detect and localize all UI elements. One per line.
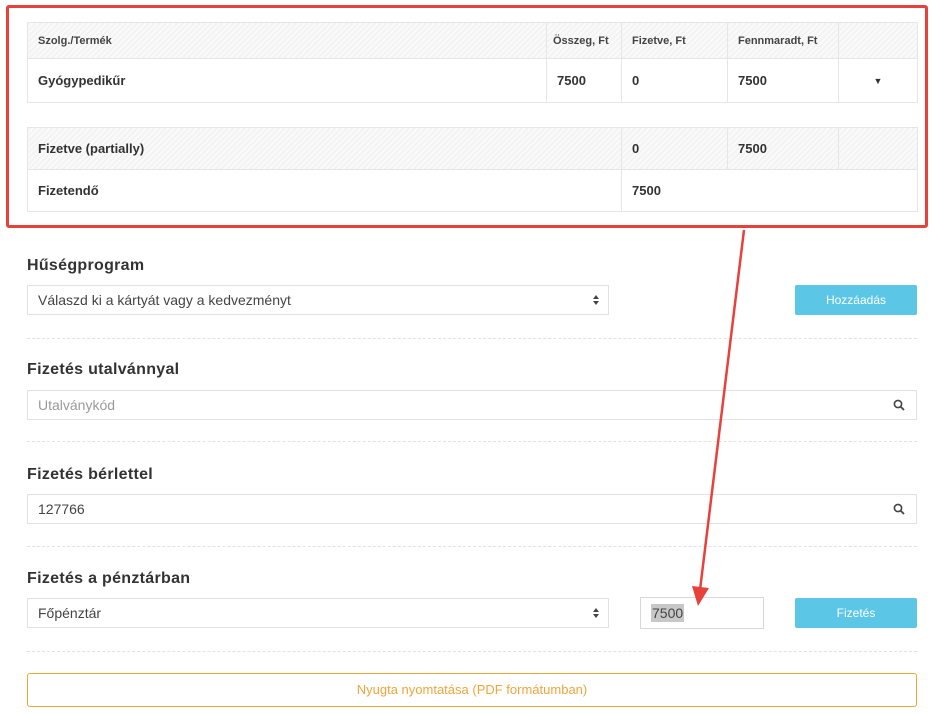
- col-header-actions: [838, 22, 918, 59]
- payment-amount-value: 7500: [651, 604, 685, 622]
- item-amount: 7500: [546, 58, 622, 103]
- cashier-title: Fizetés a pénztárban: [27, 570, 191, 587]
- section-divider: [27, 441, 917, 442]
- voucher-code-input[interactable]: Utalványkód: [27, 390, 882, 420]
- table-header-row: Szolg./Termék Összeg, Ft Fizetve, Ft Fen…: [27, 22, 918, 59]
- summary-paid-label: Fizetve (partially): [27, 127, 622, 170]
- select-updown-icon: [593, 295, 599, 305]
- caret-down-icon: ▼: [873, 75, 883, 86]
- summary-paid-remaining: 7500: [727, 127, 839, 170]
- col-header-amount: Összeg, Ft: [546, 22, 622, 59]
- summary-table: Fizetve (partially) 0 7500 Fizetendő 750…: [27, 127, 918, 212]
- item-paid: 0: [621, 58, 728, 103]
- section-divider: [27, 546, 917, 547]
- table-row: Gyógypedikűr 7500 0 7500 ▼: [27, 58, 918, 103]
- summary-paid-row: Fizetve (partially) 0 7500: [27, 127, 918, 170]
- print-receipt-button[interactable]: Nyugta nyomtatása (PDF formátumban): [27, 673, 917, 707]
- cashier-select-value: Főpénztár: [38, 605, 102, 621]
- search-icon: [893, 399, 905, 411]
- pass-code-input[interactable]: 127766: [27, 494, 882, 524]
- loyalty-title: Hűségprogram: [27, 257, 145, 274]
- items-table: Szolg./Termék Összeg, Ft Fizetve, Ft Fen…: [27, 22, 918, 103]
- loyalty-select[interactable]: Válaszd ki a kártyát vagy a kedvezményt: [27, 285, 609, 315]
- select-updown-icon: [593, 608, 599, 618]
- voucher-search-button[interactable]: [881, 390, 917, 420]
- summary-due-label: Fizetendő: [27, 169, 622, 212]
- summary-due-value: 7500: [621, 169, 918, 212]
- loyalty-select-value: Válaszd ki a kártyát vagy a kedvezményt: [38, 292, 291, 308]
- pass-title: Fizetés bérlettel: [27, 466, 154, 483]
- section-divider: [27, 651, 917, 652]
- search-icon: [893, 503, 905, 515]
- summary-due-row: Fizetendő 7500: [27, 169, 918, 212]
- col-header-paid: Fizetve, Ft: [621, 22, 728, 59]
- item-name: Gyógypedikűr: [27, 58, 547, 103]
- cashier-select[interactable]: Főpénztár: [27, 598, 609, 628]
- item-remaining: 7500: [727, 58, 839, 103]
- col-header-remaining: Fennmaradt, Ft: [727, 22, 839, 59]
- pass-search-button[interactable]: [881, 494, 917, 524]
- row-menu-button[interactable]: ▼: [838, 58, 918, 103]
- pay-button[interactable]: Fizetés: [795, 598, 917, 628]
- payment-amount-input[interactable]: 7500: [640, 597, 764, 629]
- voucher-title: Fizetés utalvánnyal: [27, 361, 180, 378]
- section-divider: [27, 338, 917, 339]
- col-header-item: Szolg./Termék: [27, 22, 547, 59]
- summary-paid-value: 0: [621, 127, 728, 170]
- add-loyalty-button[interactable]: Hozzáadás: [795, 285, 917, 315]
